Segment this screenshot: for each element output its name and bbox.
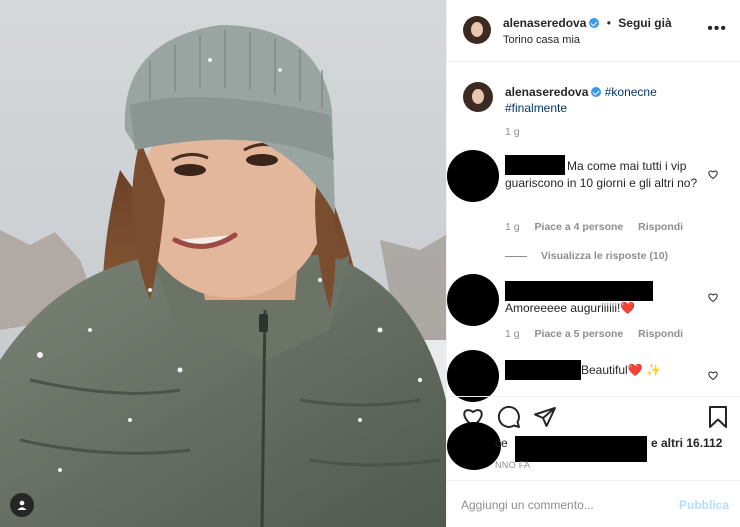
location-link[interactable]: Torino casa mia [503,34,580,46]
comment-icon[interactable] [497,405,521,429]
comment-text: Amoreeeee auguriiiiii!❤️ [505,301,636,315]
redacted-avatar [447,350,499,402]
post-image [0,0,446,527]
redacted-avatar [447,274,499,326]
more-icon[interactable]: ••• [707,21,727,37]
redacted-username [505,281,653,301]
reply-button[interactable]: Rispondi [638,328,683,340]
comment-meta: 1 g Piace a 5 persone Rispondi [505,328,695,340]
caption-time: 1 g [505,126,520,138]
bookmark-icon[interactable] [707,405,729,429]
comment-time: 1 g [505,221,520,233]
post-time-ago[interactable]: NNO FA [495,460,530,470]
comment-meta: 1 g Piace a 4 persone Rispondi [505,221,695,233]
author-line: alenaseredova • Segui già [503,16,672,30]
verified-icon [591,87,602,97]
hashtag-link[interactable]: #konecne [605,85,657,99]
author-username[interactable]: alenaseredova [503,16,586,30]
caption-username[interactable]: alenaseredova [505,85,588,99]
verified-icon [589,18,600,28]
share-icon[interactable] [533,405,557,429]
likes-prefix: ce [495,436,508,450]
reply-button[interactable]: Rispondi [638,221,683,233]
post-header: alenaseredova • Segui già Torino casa mi… [447,0,740,62]
comment-likes[interactable]: Piace a 5 persone [535,328,624,340]
comment-text: Beautiful❤️ ✨ [581,363,661,377]
post-sidebar: alenaseredova • Segui già Torino casa mi… [446,0,740,527]
comment-like-icon[interactable] [707,369,719,381]
comment-like-icon[interactable] [707,168,719,180]
post-caption: alenaseredova #konecne #finalmente [505,84,725,116]
redacted-avatar [447,150,499,202]
likes-count[interactable]: e altri 16.112 [651,436,722,450]
comment-composer: Pubblica [447,480,740,527]
likes-summary[interactable]: ce [495,436,508,450]
redacted-avatar [447,422,501,470]
comment-time: 1 g [505,328,520,340]
redacted-username [505,360,581,380]
user-tag-icon[interactable] [10,493,34,517]
comment-input[interactable] [461,495,661,515]
publish-button[interactable]: Pubblica [679,498,729,512]
separator-dot: • [606,16,611,30]
redacted-username [515,436,647,462]
view-replies-button[interactable]: Visualizza le risposte (10) [505,250,668,262]
comment-like-icon[interactable] [707,291,719,303]
follow-button[interactable]: Segui già [618,16,671,30]
post-photo[interactable] [0,0,446,527]
hashtag-link[interactable]: #finalmente [505,101,567,115]
comment-text: Ma come mai tutti i vip guariscono in 10… [505,159,698,190]
caption-avatar[interactable] [463,82,493,112]
author-avatar[interactable] [463,16,491,44]
likes-count-text: e altri 16.112 [651,436,723,450]
comment-likes[interactable]: Piace a 4 persone [535,221,624,233]
